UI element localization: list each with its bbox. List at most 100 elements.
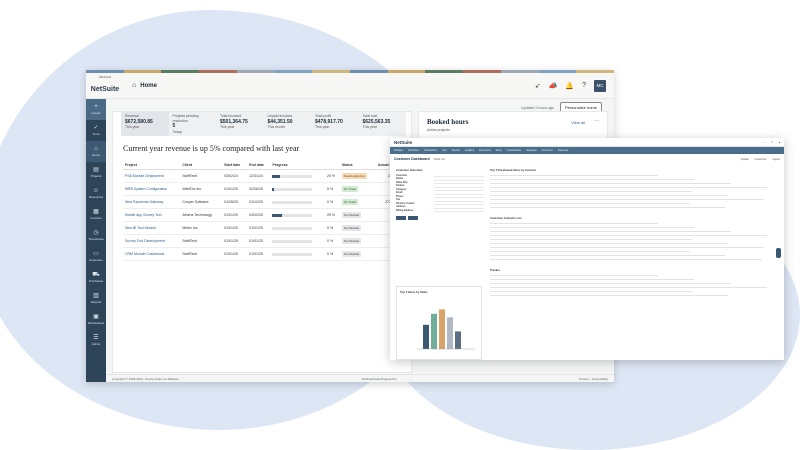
- kpi-tile[interactable]: Revenue $672,580.85 This year: [121, 112, 169, 136]
- nav-item[interactable]: Lists: [442, 150, 447, 152]
- nav-item[interactable]: Transactions: [424, 150, 437, 152]
- project-link[interactable]: Survey Tool Development: [123, 234, 181, 248]
- sidebar-item-projects[interactable]: ▤ Projects: [86, 162, 106, 183]
- nav-item[interactable]: Reports: [452, 150, 460, 152]
- column-header[interactable]: Project: [123, 161, 181, 170]
- column-header[interactable]: Client: [180, 161, 223, 170]
- progress-percent: 5 %: [325, 182, 340, 196]
- data-line: [490, 239, 692, 240]
- table-row[interactable]: Survey Tool Development SwiftTech 01/01/25…: [123, 234, 413, 248]
- column-header[interactable]: [325, 161, 340, 170]
- help-icon[interactable]: ?: [582, 82, 586, 89]
- field-value[interactable]: [434, 209, 484, 213]
- column-header[interactable]: Start date: [222, 161, 248, 170]
- kpi-tile[interactable]: Unpaid invoices $44,351.50 This month: [264, 112, 312, 136]
- bell-icon[interactable]: 🔔: [565, 82, 574, 90]
- kpi-tile[interactable]: Total invoiced $501,364.75 This year: [216, 112, 264, 136]
- sidebar-item-workspaces[interactable]: ▣ Workspaces: [86, 309, 106, 330]
- table-row[interactable]: New Payments Gateway Cooper Software 01/05…: [123, 195, 413, 209]
- nav-item[interactable]: Analytics: [465, 150, 474, 152]
- view-all-link[interactable]: View all: [571, 120, 585, 125]
- nav-item[interactable]: Payments: [558, 150, 568, 152]
- sidebar-item-home[interactable]: ⌂ Home: [86, 141, 106, 162]
- sidebar-item-reports[interactable]: ▥ Reports: [86, 288, 106, 309]
- sidebar-item-label: Timesheets: [88, 237, 104, 241]
- progress-cell: [270, 182, 326, 196]
- header-control[interactable]: Customize: [755, 158, 767, 161]
- client-cell: SwiftTech: [180, 234, 223, 248]
- project-link[interactable]: MRB System Configuration: [123, 182, 181, 196]
- project-link[interactable]: New BI Tool Module: [123, 221, 181, 235]
- column-header[interactable]: End date: [247, 161, 271, 170]
- sidebar-item-expenses[interactable]: ▭ Expenses: [86, 246, 106, 267]
- status-badge: Not Started: [341, 251, 362, 257]
- sidebar-item-create[interactable]: + Create: [86, 99, 106, 120]
- project-link[interactable]: New Payments Gateway: [123, 195, 181, 209]
- header-control[interactable]: Layout: [772, 158, 780, 161]
- status-cell: On Track: [339, 195, 376, 209]
- sidebar-item-admin[interactable]: ☰ Admin: [86, 330, 106, 351]
- column-header[interactable]: Status: [339, 161, 376, 170]
- table-row[interactable]: CRM Module Customizat... SwiftTech 01/01/2…: [123, 247, 413, 261]
- table-row[interactable]: Mobile App Survey Tool Athena Technology 0…: [123, 208, 413, 222]
- scroll-handle[interactable]: [776, 248, 781, 258]
- nav-item[interactable]: Purchases: [408, 150, 419, 152]
- mini-bar-chart: [417, 309, 475, 350]
- rocket-icon[interactable]: ➶: [535, 82, 541, 90]
- secondary-logo[interactable]: NetSuite: [394, 140, 412, 145]
- end-date-cell: 02/06/25: [247, 182, 271, 196]
- save-button[interactable]: [396, 216, 406, 221]
- sidebar-item-label: Home: [91, 153, 100, 157]
- sidebar-item-to-do[interactable]: ✓ To do: [86, 120, 106, 141]
- more-icon[interactable]: ⋯: [594, 118, 599, 124]
- folder-icon: ▤: [93, 167, 99, 173]
- client-cell: Athena Technology: [180, 208, 223, 222]
- nav-item[interactable]: Setup: [496, 150, 502, 152]
- nav-item[interactable]: Commerce: [542, 150, 553, 152]
- color-strip: [86, 70, 614, 73]
- project-link[interactable]: CRM Module Customizat...: [123, 247, 181, 261]
- strip-segment: [463, 70, 501, 73]
- nav-item[interactable]: Customization: [507, 150, 522, 152]
- nav-item[interactable]: Activities: [394, 150, 403, 152]
- project-link[interactable]: Mobile App Survey Tool: [123, 208, 181, 222]
- nav-item[interactable]: Documents: [479, 150, 491, 152]
- column-header[interactable]: Progress: [270, 161, 326, 170]
- table-row[interactable]: PSA Module Deployment SwiftTech 03/02/24 12…: [123, 169, 413, 183]
- status-cell: Not Started: [339, 247, 376, 261]
- avatar[interactable]: MC: [594, 79, 606, 92]
- kpi-period: This year: [315, 125, 330, 130]
- sidebar-item-purchases[interactable]: ⛟ Purchases: [86, 267, 106, 288]
- kpi-tile[interactable]: Projects pending resolution 5 Today: [169, 112, 217, 136]
- table-row[interactable]: New BI Tool Module Metrix Inc. 01/01/25 01/…: [123, 221, 413, 235]
- megaphone-icon[interactable]: 📣: [549, 82, 558, 90]
- user-icon[interactable]: ●: [778, 141, 780, 144]
- progress-cell: [270, 208, 326, 222]
- progress-fill: [272, 187, 275, 191]
- strip-segment: [236, 70, 275, 73]
- help-icon[interactable]: ?: [771, 141, 772, 144]
- strip-segment: [274, 70, 313, 73]
- sidebar-item-resources[interactable]: ☺ Resources: [86, 183, 106, 204]
- search-icon[interactable]: ⌕: [764, 141, 765, 144]
- table-row[interactable]: MRB System Configuration WebEnx Inc. 01/01…: [123, 182, 413, 196]
- kpi-tile[interactable]: Total cost $625,563.35 This year: [359, 112, 407, 136]
- progress-cell: [270, 234, 326, 248]
- data-line: [490, 179, 695, 180]
- cancel-button[interactable]: [408, 216, 418, 221]
- table-header-row: Project Client Start date End date Progress S…: [123, 161, 413, 170]
- project-link[interactable]: PSA Module Deployment: [123, 169, 181, 183]
- progress-percent: 25 %: [325, 208, 340, 222]
- sidebar-item-timesheets[interactable]: ◷ Timesheets: [86, 225, 106, 246]
- sidebar: + Create ✓ To do ⌂ Home ▤ Projects ☺ Resources ▦ In…: [86, 99, 106, 382]
- strip-segment: [576, 70, 614, 73]
- customer-overview: Customer Overview Customer Status Sales Re…: [396, 168, 484, 221]
- kpi-tile[interactable]: Total profit $478,917.70 This year: [311, 112, 359, 136]
- header-control[interactable]: Update: [741, 158, 749, 161]
- netsuite-logo[interactable]: ORACLE NetSuite: [86, 76, 124, 95]
- nav-item[interactable]: SuiteApps: [526, 150, 536, 152]
- data-line: [490, 183, 731, 184]
- chart-bar: [423, 324, 429, 349]
- sidebar-item-invoices[interactable]: ▦ Invoices: [86, 204, 106, 225]
- progress-bar: [272, 187, 313, 191]
